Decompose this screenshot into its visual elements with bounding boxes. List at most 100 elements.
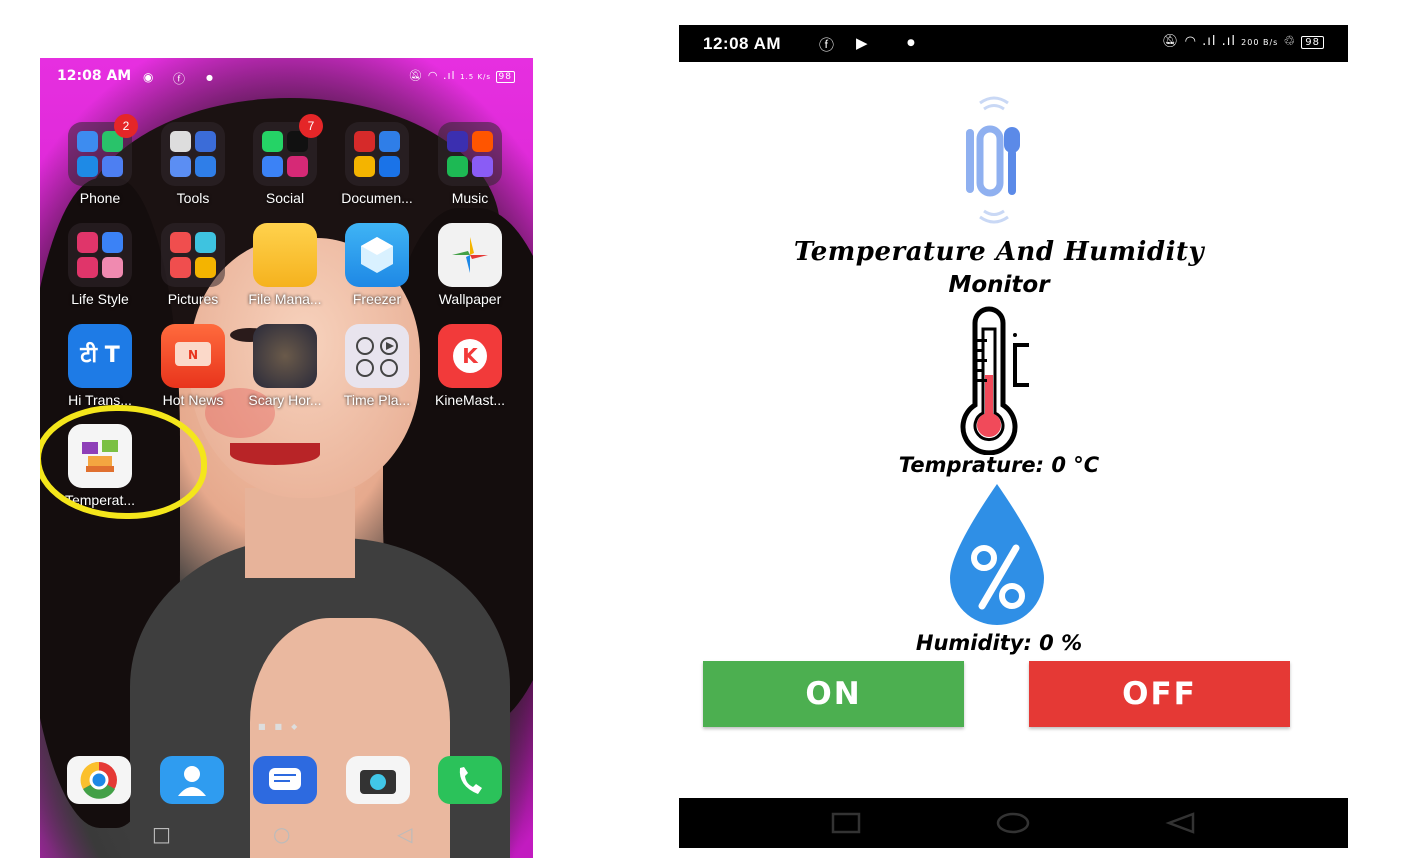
recents-button[interactable]: □ [152, 822, 171, 846]
app-label: Freezer [352, 291, 402, 307]
back-button[interactable]: ◁ [397, 822, 412, 846]
app-kinemaster[interactable]: K KineMast... [424, 324, 516, 408]
app-label: Life Style [71, 291, 129, 307]
news-icon: N [161, 324, 225, 388]
recents-button[interactable] [831, 812, 861, 834]
on-button[interactable]: ON [703, 661, 964, 727]
horror-doll-icon [253, 324, 317, 388]
alarm-icon: ♲ [1283, 34, 1297, 49]
net-speed: 1.5 K/s [460, 73, 492, 81]
off-button[interactable]: OFF [1029, 661, 1290, 727]
phone-dialer-icon[interactable] [438, 756, 502, 804]
app-time-planner[interactable]: Time Pla... [331, 324, 423, 408]
folder-icon [161, 122, 225, 186]
cube-icon [345, 223, 409, 287]
app-label: Documen... [341, 190, 413, 206]
app-screen: 12:08 AM ⓕ ▶ ● 🔕︎ ◠ .ıl .ıl 200 B/s ♲ 98 [679, 25, 1348, 848]
back-button[interactable] [1165, 812, 1195, 834]
folder-icon: 7 [253, 114, 323, 186]
svg-text:N: N [188, 348, 198, 362]
wifi-icon: ◠ [427, 69, 439, 82]
folder-pictures[interactable]: Pictures [147, 223, 239, 307]
wallpaper-lips [230, 443, 320, 465]
home-screen: 12:08 AM ◉ ⓕ ● 🔕︎ ◠ .ıl 1.5 K/s 98 2 Pho… [40, 58, 533, 858]
net-speed: 200 B/s [1241, 38, 1279, 47]
app-scary-horror[interactable]: Scary Hor... [239, 324, 331, 408]
facebook-icon: ⓕ [173, 72, 186, 86]
status-bar: 12:08 AM ⓕ ▶ ● 🔕︎ ◠ .ıl .ıl 200 B/s ♲ 98 [679, 25, 1348, 62]
folder-documents[interactable]: Documen... [331, 122, 423, 206]
navigation-bar: □ ○ ◁ [40, 818, 533, 858]
notification-badge: 7 [299, 114, 323, 138]
signal-icon: .ıl [442, 69, 456, 82]
page-indicator: ■■◆ [258, 722, 307, 731]
folder-icon [161, 223, 225, 287]
app-label: Tools [176, 190, 210, 206]
kinemaster-icon: K [438, 324, 502, 388]
signal-icon: .ıl .ıl [1202, 34, 1237, 49]
dot-icon: ● [907, 38, 915, 48]
notification-badge: 2 [114, 114, 138, 138]
app-wallpaper[interactable]: Wallpaper [424, 223, 516, 307]
status-time: 12:08 AM [703, 34, 782, 53]
temperature-reading: Temprature: 0 °C [898, 453, 1100, 477]
status-right: 🔕︎ ◠ .ıl .ıl 200 B/s ♲ 98 [1162, 34, 1324, 49]
navigation-bar [679, 798, 1348, 848]
folder-tools[interactable]: Tools [147, 122, 239, 206]
thermometer-icon [957, 305, 1037, 456]
mute-icon: 🔕︎ [408, 69, 424, 82]
battery-icon: 98 [495, 71, 515, 83]
mute-icon: 🔕︎ [1162, 34, 1180, 49]
dot-icon: ● [206, 73, 213, 82]
app-label: Time Pla... [343, 392, 411, 408]
messenger-icon: ◉ [143, 70, 154, 84]
messages-icon[interactable] [253, 756, 317, 804]
folder-icon [438, 122, 502, 186]
youtube-icon: ▶ [856, 34, 868, 52]
folder-music[interactable]: Music [424, 122, 516, 206]
app-label: Social [265, 190, 305, 206]
status-right: 🔕︎ ◠ .ıl 1.5 K/s 98 [408, 69, 515, 83]
app-file-manager[interactable]: File Mana... [239, 223, 331, 307]
camera-icon[interactable] [346, 756, 410, 804]
battery-icon: 98 [1301, 36, 1324, 49]
app-freezer[interactable]: Freezer [331, 223, 423, 307]
folder-icon [345, 122, 409, 186]
chrome-icon[interactable] [67, 756, 131, 804]
app-label: KineMast... [434, 392, 506, 408]
folder-phone[interactable]: 2 Phone [54, 114, 146, 206]
svg-text:K: K [462, 344, 479, 368]
status-bar: 12:08 AM ◉ ⓕ ● 🔕︎ ◠ .ıl 1.5 K/s 98 [40, 58, 533, 96]
screenshot-canvas: 12:08 AM ◉ ⓕ ● 🔕︎ ◠ .ıl 1.5 K/s 98 2 Pho… [0, 0, 1413, 867]
iot-icon [960, 93, 1028, 233]
app-subtitle: Monitor [948, 272, 1050, 298]
contacts-icon[interactable] [160, 756, 224, 804]
highlight-circle [40, 405, 207, 519]
folder-icon: 2 [68, 114, 138, 186]
facebook-icon: ⓕ [819, 36, 835, 54]
app-label: Pictures [167, 291, 219, 307]
folder-icon [68, 223, 132, 287]
app-label: File Mana... [248, 291, 322, 307]
status-time: 12:08 AM [57, 68, 132, 84]
folder-life-style[interactable]: Life Style [54, 223, 146, 307]
app-hi-translate[interactable]: टी T Hi Trans... [54, 324, 146, 408]
humidity-drop-icon [944, 480, 1050, 630]
folder-file-icon [253, 223, 317, 287]
pinwheel-icon [438, 223, 502, 287]
planner-icon [345, 324, 409, 388]
wallpaper-neck [245, 488, 355, 578]
humidity-reading: Humidity: 0 % [915, 631, 1083, 655]
home-button[interactable] [996, 812, 1030, 834]
app-label: Scary Hor... [248, 392, 322, 408]
wifi-icon: ◠ [1184, 34, 1198, 49]
app-title: Temperature And Humidity [793, 237, 1205, 267]
app-label: Music [451, 190, 489, 206]
app-label: Phone [79, 190, 121, 206]
app-hot-news[interactable]: N Hot News [147, 324, 239, 408]
app-label: Hot News [162, 392, 224, 408]
translate-icon: टी T [68, 324, 132, 388]
app-label: Wallpaper [438, 291, 502, 307]
folder-social[interactable]: 7 Social [239, 114, 331, 206]
home-button[interactable]: ○ [273, 822, 290, 846]
